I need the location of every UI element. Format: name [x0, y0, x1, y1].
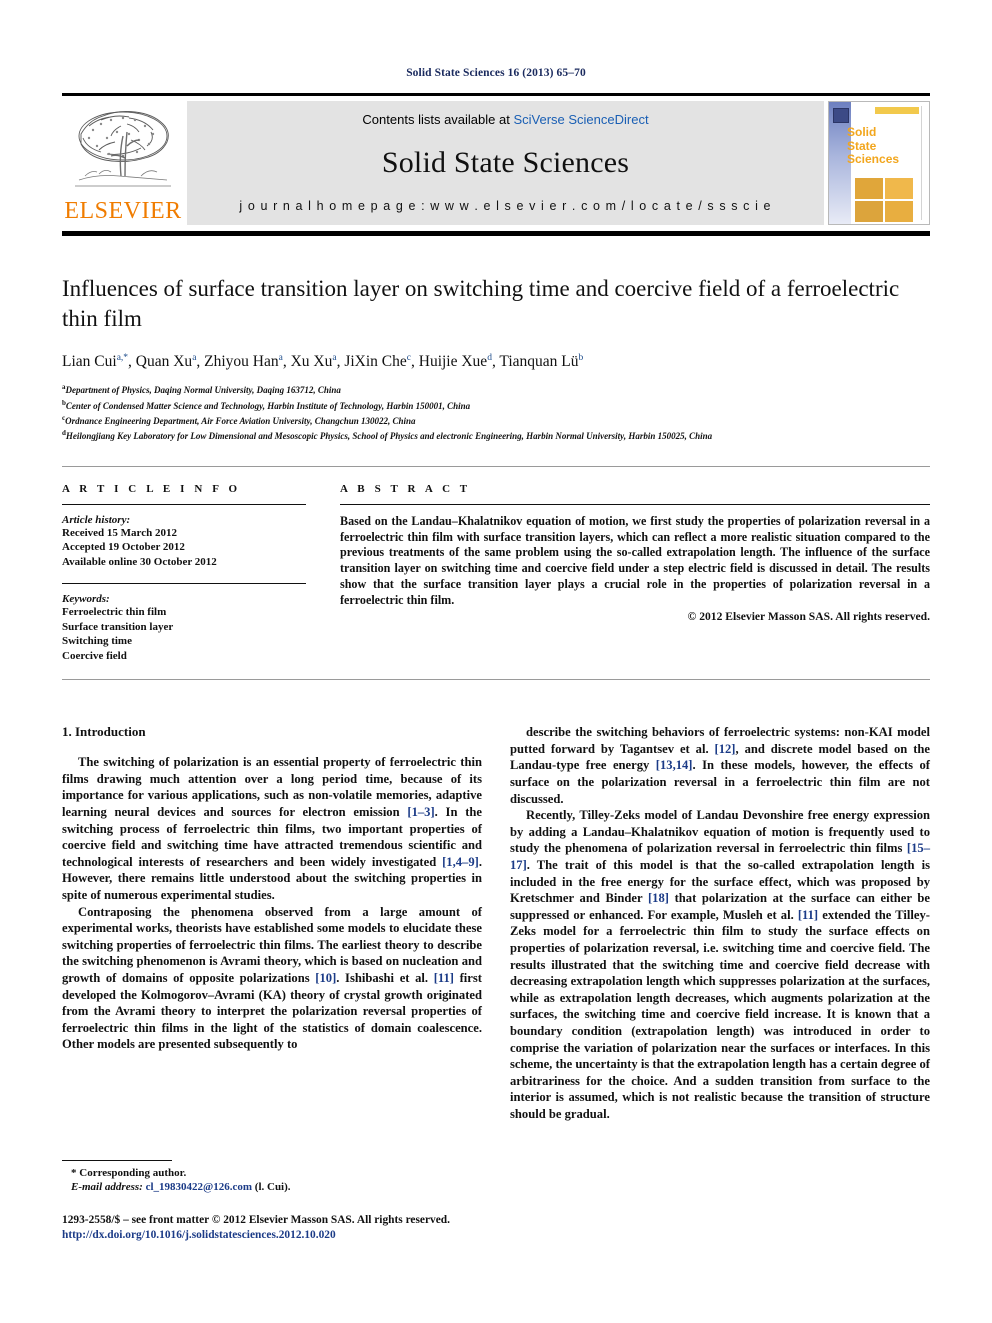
journal-cover-thumbnail: Solid State Sciences — [828, 101, 930, 225]
body-column-left: 1. Introduction The switching of polariz… — [62, 724, 482, 1122]
keyword-item: Coercive field — [62, 649, 127, 662]
email-note: E-mail address: cl_19830422@126.com (l. … — [62, 1180, 480, 1194]
cover-right-rule — [921, 106, 922, 220]
contents-available-line: Contents lists available at SciVerse Sci… — [362, 112, 648, 127]
affiliation-item: aDepartment of Physics, Daqing Normal Un… — [62, 383, 341, 396]
email-suffix: (l. Cui). — [254, 1181, 291, 1193]
cover-publisher-icon — [833, 108, 849, 123]
elsevier-tree-icon — [75, 111, 171, 187]
elsevier-wordmark: ELSEVIER — [64, 198, 182, 224]
running-head: Solid State Sciences 16 (2013) 65–70 — [406, 67, 586, 79]
body-paragraph: The switching of polarization is an esse… — [62, 755, 483, 903]
abstract-bottom-rule — [62, 679, 930, 681]
keywords-label: Keywords: — [62, 593, 110, 606]
masthead-center-panel: Contents lists available at SciVerse Sci… — [187, 101, 824, 225]
cover-title-line2: State — [847, 138, 877, 153]
affiliation-item: bCenter of Condensed Matter Science and … — [62, 398, 471, 411]
author-list: Lian Cuia,*, Quan Xua, Zhiyou Hana, Xu X… — [62, 353, 584, 371]
keywords-rule — [62, 583, 306, 585]
right-paragraphs: describe the switching behaviors of ferr… — [510, 724, 930, 1122]
abstract-text: Based on the Landau–Khalatnikov equation… — [340, 513, 930, 607]
affiliation-list: aDepartment of Physics, Daqing Normal Un… — [62, 381, 930, 443]
title-block: Influences of surface transition layer o… — [62, 274, 930, 443]
article-info-heading: A R T I C L E I N F O — [62, 482, 241, 495]
body-column-right: describe the switching behaviors of ferr… — [510, 724, 930, 1122]
masthead-bottom-rule — [62, 231, 930, 236]
cover-top-banner — [875, 107, 919, 114]
keywords-list: Ferroelectric thin film Surface transitio… — [62, 605, 306, 663]
body-paragraph: Recently, Tilley-Zeks model of Landau De… — [510, 808, 931, 1121]
footnote-block: * Corresponding author. E-mail address: … — [62, 1160, 480, 1194]
cover-image-grid — [855, 178, 913, 222]
body-paragraph: describe the switching behaviors of ferr… — [510, 725, 930, 806]
article-history-list: Received 15 March 2012 Accepted 19 Octobe… — [62, 526, 306, 570]
section-heading-introduction: 1. Introduction — [62, 724, 146, 740]
cover-image-cell — [885, 201, 913, 222]
cover-title: Solid State Sciences — [847, 125, 900, 167]
journal-title: Solid State Sciences — [381, 146, 630, 179]
sciencedirect-link[interactable]: SciVerse ScienceDirect — [513, 112, 648, 127]
cover-title-line1: Solid — [847, 125, 877, 139]
paper-page: Solid State Sciences 16 (2013) 65–70 ELS… — [0, 0, 992, 1323]
article-history-item: Available online 30 October 2012 — [62, 555, 217, 568]
article-history-item: Accepted 19 October 2012 — [62, 541, 185, 554]
journal-masthead: ELSEVIER Contents lists available at Sci… — [62, 93, 930, 225]
abstract-column: A B S T R A C T Based on the Landau–Khal… — [336, 483, 930, 664]
article-info-rule — [62, 503, 306, 505]
abstract-rule — [340, 503, 930, 505]
affiliation-item: cOrdnance Engineering Department, Air Fo… — [62, 413, 416, 426]
abstract-copyright: © 2012 Elsevier Masson SAS. All rights r… — [687, 609, 930, 623]
contents-prefix: Contents lists available at — [362, 112, 514, 127]
cover-image-cell — [885, 178, 913, 199]
article-history-item: Received 15 March 2012 — [62, 526, 177, 539]
body-columns: 1. Introduction The switching of polariz… — [62, 724, 930, 1122]
footnote-rule — [62, 1160, 172, 1161]
issn-copyright-block: 1293-2558/$ – see front matter © 2012 El… — [62, 1213, 492, 1242]
abstract-heading: A B S T R A C T — [340, 482, 471, 495]
email-label: E-mail address: — [71, 1181, 143, 1193]
email-link[interactable]: cl_19830422@126.com — [146, 1181, 252, 1193]
keyword-item: Surface transition layer — [62, 620, 174, 633]
left-paragraphs: The switching of polarization is an esse… — [62, 754, 482, 1053]
keyword-item: Switching time — [62, 635, 132, 648]
article-history-label: Article history: — [62, 513, 131, 526]
page-title: Influences of surface transition layer o… — [62, 276, 900, 331]
journal-homepage-line[interactable]: j o u r n a l h o m e p a g e : w w w . … — [239, 199, 771, 213]
cover-image-cell — [855, 178, 883, 199]
keyword-item: Ferroelectric thin film — [62, 606, 167, 619]
info-abstract-row: A R T I C L E I N F O Article history: R… — [62, 465, 930, 664]
body-paragraph: Contraposing the phenomena observed from… — [62, 904, 482, 1052]
affiliation-item: dHeilongjiang Key Laboratory for Low Dim… — [62, 429, 713, 442]
issn-line: 1293-2558/$ – see front matter © 2012 El… — [62, 1214, 450, 1226]
corresponding-author-note: * Corresponding author. — [71, 1167, 187, 1179]
article-info-column: A R T I C L E I N F O Article history: R… — [62, 483, 336, 664]
cover-title-line3: Sciences — [847, 152, 900, 166]
elsevier-logo: ELSEVIER — [62, 101, 184, 225]
cover-image-cell — [855, 201, 883, 222]
doi-link[interactable]: http://dx.doi.org/10.1016/j.solidstatesc… — [62, 1228, 492, 1243]
